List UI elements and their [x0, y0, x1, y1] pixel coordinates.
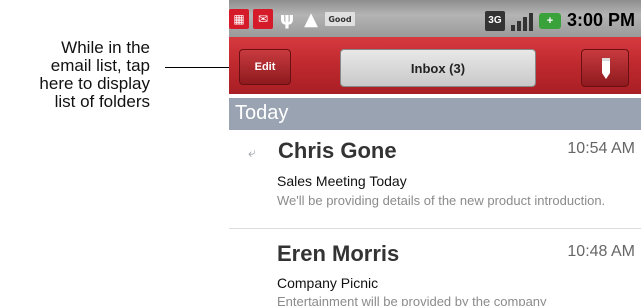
message-time: 10:54 AM: [567, 140, 635, 157]
usb-icon: ψ: [279, 8, 295, 30]
date-section-header: Today: [229, 98, 641, 130]
callout-line: email list, tap: [50, 56, 150, 75]
message-sender: Chris Gone: [278, 138, 397, 163]
message-subject: Company Picnic: [277, 275, 379, 291]
3g-icon: 3G: [484, 10, 505, 31]
folder-select-button[interactable]: Inbox (3): [340, 49, 536, 87]
section-label: Today: [235, 102, 289, 124]
status-time: 3:00 PM: [566, 10, 635, 30]
calendar-icon: ▦: [229, 9, 249, 29]
callout-line: list of folders: [54, 92, 150, 111]
message-row[interactable]: Eren Morris 10:48 AM Company Picnic Ente…: [229, 228, 641, 306]
edit-button[interactable]: Edit: [239, 49, 291, 85]
pencil-icon: [602, 58, 610, 79]
good-icon: Good: [325, 12, 355, 26]
callout-text: While in the email list, tap here to dis…: [0, 39, 150, 111]
callout-line: While in the: [61, 38, 150, 57]
reply-icon: ⤶: [248, 144, 256, 160]
toolbar: Edit Inbox (3): [229, 37, 641, 94]
mail-icon: ✉: [253, 9, 273, 29]
battery-icon: +: [538, 12, 561, 29]
message-preview: We'll be providing details of the new pr…: [277, 193, 606, 208]
signal-icon: [510, 11, 533, 31]
warning-icon: ▲: [304, 8, 318, 30]
callout-line: here to display: [39, 74, 150, 93]
message-sender: Eren Morris: [277, 241, 400, 266]
message-time: 10:48 AM: [567, 243, 635, 260]
status-bar: ▦ ✉ ψ ▲ Good 3G + 3:00 PM: [229, 0, 641, 37]
compose-button[interactable]: [581, 49, 629, 87]
phone-screen: ▦ ✉ ψ ▲ Good 3G + 3:00 PM Edit Inbox (3): [229, 0, 641, 306]
message-preview: Entertainment will be provided by the co…: [277, 294, 547, 306]
system-icons: 3G + 3:00 PM: [484, 10, 635, 31]
notification-icons: ▦ ✉ ψ ▲ Good: [229, 8, 355, 30]
message-row[interactable]: ⤶ Chris Gone 10:54 AM Sales Meeting Toda…: [229, 130, 641, 228]
message-subject: Sales Meeting Today: [277, 173, 407, 189]
